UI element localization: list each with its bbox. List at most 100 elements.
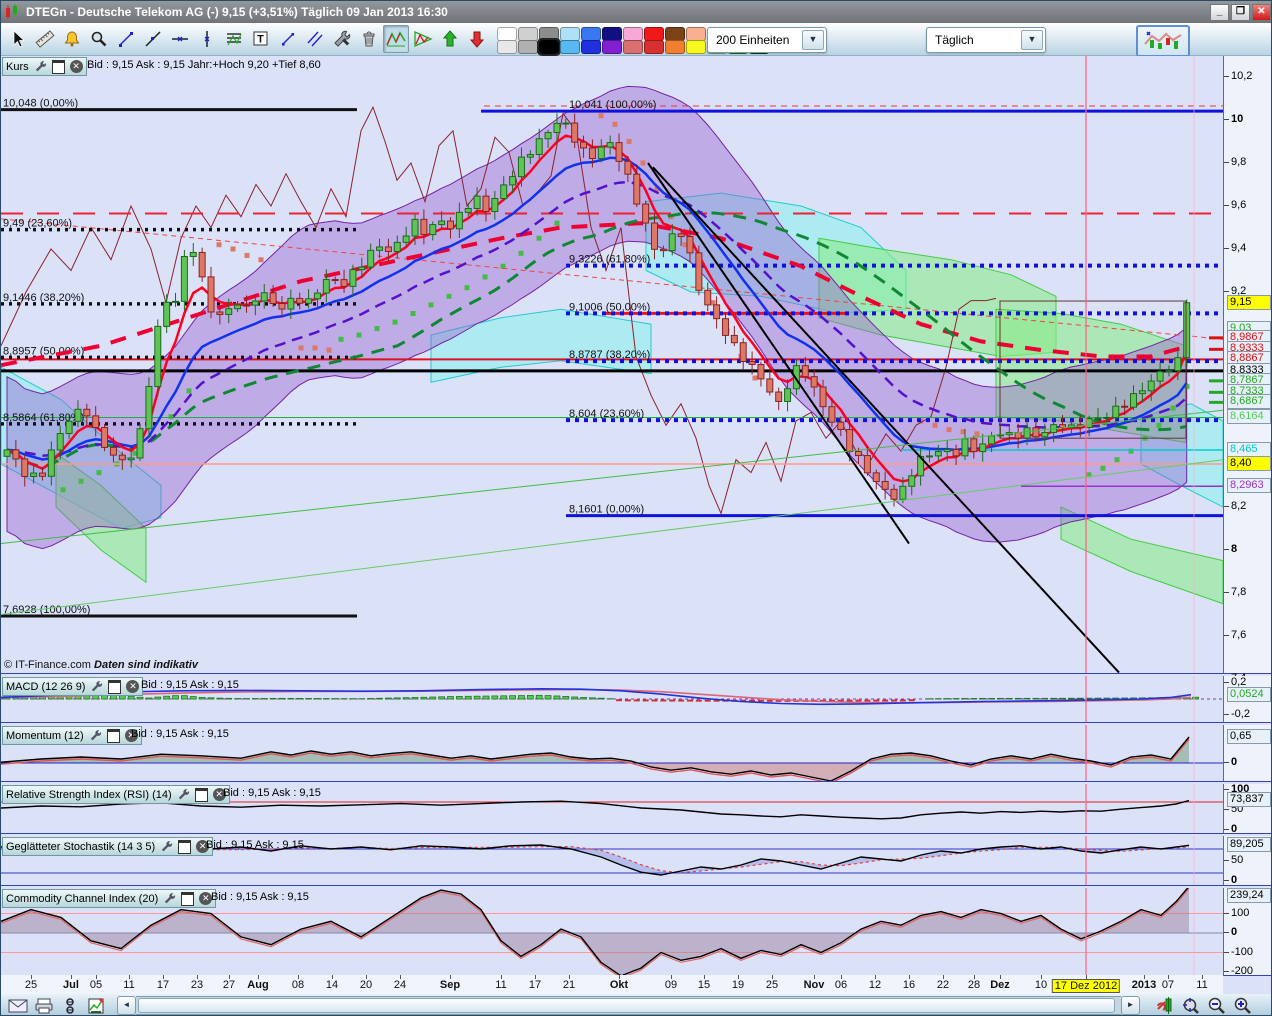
date-label: 23 <box>190 979 204 991</box>
date-label: 28 <box>967 979 981 991</box>
color-swatch[interactable] <box>644 26 664 41</box>
indicator-header: Momentum (12) ✕ <box>2 726 142 745</box>
arrow-down-icon[interactable] <box>464 25 490 53</box>
arrow-up-icon[interactable] <box>437 25 463 53</box>
chart-type-button[interactable] <box>1136 25 1190 57</box>
alarm-icon[interactable] <box>59 25 85 53</box>
axis-label: 0 <box>1231 823 1238 835</box>
date-label: 11 <box>1196 979 1208 991</box>
date-label: 11 <box>123 979 135 991</box>
printer-icon[interactable] <box>31 996 57 1016</box>
indicator-title: Geglätteter Stochastik (14 3 5) <box>6 840 156 853</box>
wrench-icon[interactable] <box>163 892 176 905</box>
svg-text:8,1601 (0,00%): 8,1601 (0,00%) <box>569 504 644 516</box>
wrench-icon[interactable] <box>90 680 103 693</box>
point-tool-icon[interactable] <box>113 25 139 53</box>
color-swatch[interactable] <box>497 39 517 54</box>
restore-panel-icon[interactable] <box>108 679 122 694</box>
vertical-line-icon[interactable] <box>194 25 220 53</box>
svg-text:9,1446 (38,20%): 9,1446 (38,20%) <box>3 292 84 304</box>
date-label: 20 <box>359 979 373 991</box>
axis-tick <box>1224 205 1229 206</box>
minimize-button[interactable]: _ <box>1210 3 1229 21</box>
text-icon[interactable]: T <box>248 25 274 53</box>
color-swatch[interactable] <box>623 39 643 54</box>
color-swatch[interactable] <box>560 39 580 54</box>
color-swatch[interactable] <box>602 39 622 54</box>
horizontal-line-icon[interactable] <box>167 25 193 53</box>
scroll-right-button[interactable]: ► <box>1121 996 1140 1015</box>
axis-price-box: 8,465 <box>1227 442 1271 458</box>
color-swatch[interactable] <box>665 39 685 54</box>
ruler-icon[interactable] <box>32 25 58 53</box>
scroll-left-button[interactable]: ◄ <box>117 996 136 1015</box>
restore-panel-icon[interactable] <box>181 891 195 906</box>
tools-icon[interactable] <box>329 25 355 53</box>
svg-text:9,1006 (50,00%): 9,1006 (50,00%) <box>569 301 650 313</box>
color-swatch[interactable] <box>539 26 559 41</box>
color-swatch[interactable] <box>686 26 706 41</box>
period-select[interactable]: Täglich ▼ <box>926 27 1046 53</box>
fibonacci-icon[interactable] <box>221 25 247 53</box>
axis-label: 9,4 <box>1231 242 1247 254</box>
svg-text:7,6928 (100,00%): 7,6928 (100,00%) <box>3 604 90 616</box>
scrollbar-track[interactable] <box>136 996 1121 1015</box>
color-swatch[interactable] <box>623 26 643 41</box>
axis-label: 7,8 <box>1231 586 1247 598</box>
app-logo-icon <box>6 4 17 19</box>
color-swatch[interactable] <box>518 39 538 54</box>
mom-panel: Momentum (12) ✕ Bid : 9,15 Ask : 9,15 <box>1 725 1223 782</box>
chevron-down-icon[interactable]: ▼ <box>802 30 824 50</box>
zoom-fit-icon[interactable] <box>1178 996 1204 1016</box>
restore-button[interactable]: ❐ <box>1231 3 1250 21</box>
wrench-icon[interactable] <box>34 60 47 73</box>
segment-icon[interactable] <box>275 25 301 53</box>
color-swatch[interactable] <box>644 39 664 54</box>
color-swatch[interactable] <box>537 37 561 56</box>
parallel-lines-icon[interactable] <box>302 25 328 53</box>
chevron-down-icon[interactable]: ▼ <box>1021 30 1043 50</box>
restore-panel-icon[interactable] <box>194 787 208 802</box>
axis-price-box: 73,837 <box>1227 792 1271 808</box>
copyright-note: Daten sind indikativ <box>94 659 198 671</box>
color-swatch[interactable] <box>686 39 706 54</box>
scrollbar-thumb[interactable] <box>138 998 1115 1013</box>
zigzag-icon[interactable] <box>383 25 409 53</box>
axis-price-box: 0,0524 <box>1227 686 1271 702</box>
color-swatch[interactable] <box>581 39 601 54</box>
wrench-icon[interactable] <box>177 788 190 801</box>
mail-icon[interactable] <box>5 996 31 1016</box>
restore-panel-icon[interactable] <box>178 839 192 854</box>
axis-tick <box>1224 592 1229 593</box>
pointer-icon[interactable] <box>5 25 31 53</box>
wrench-icon[interactable] <box>160 840 173 853</box>
axis-price-box: 0,65 <box>1227 729 1271 744</box>
close-button[interactable]: ✕ <box>1252 3 1271 21</box>
zoom-in-icon[interactable] <box>1230 996 1256 1016</box>
units-select[interactable]: 200 Einheiten ▼ <box>707 27 827 53</box>
axis-tick <box>1224 762 1229 763</box>
date-label: Jul <box>63 979 79 991</box>
pin-icon[interactable] <box>57 996 83 1016</box>
color-swatch[interactable] <box>602 26 622 41</box>
wrench-icon[interactable] <box>89 729 102 742</box>
restore-panel-icon[interactable] <box>51 59 65 74</box>
axis-tick <box>1224 880 1229 881</box>
pattern-icon[interactable] <box>410 25 436 53</box>
color-swatch[interactable] <box>560 26 580 41</box>
date-label: 07 <box>1161 979 1175 991</box>
trash-icon[interactable] <box>356 25 382 53</box>
zoom-out-icon[interactable] <box>1204 996 1230 1016</box>
restore-panel-icon[interactable] <box>106 728 120 743</box>
color-swatch[interactable] <box>581 26 601 41</box>
color-swatch[interactable] <box>518 26 538 41</box>
trendline-icon[interactable] <box>140 25 166 53</box>
date-label: 15 <box>697 979 711 991</box>
color-swatch[interactable] <box>497 26 517 41</box>
chart-settings-icon[interactable] <box>1152 996 1178 1016</box>
export-chart-icon[interactable] <box>83 996 109 1016</box>
magnifier-icon[interactable] <box>86 25 112 53</box>
close-panel-icon[interactable]: ✕ <box>126 680 140 693</box>
close-panel-icon[interactable]: ✕ <box>69 60 83 73</box>
color-swatch[interactable] <box>665 26 685 41</box>
